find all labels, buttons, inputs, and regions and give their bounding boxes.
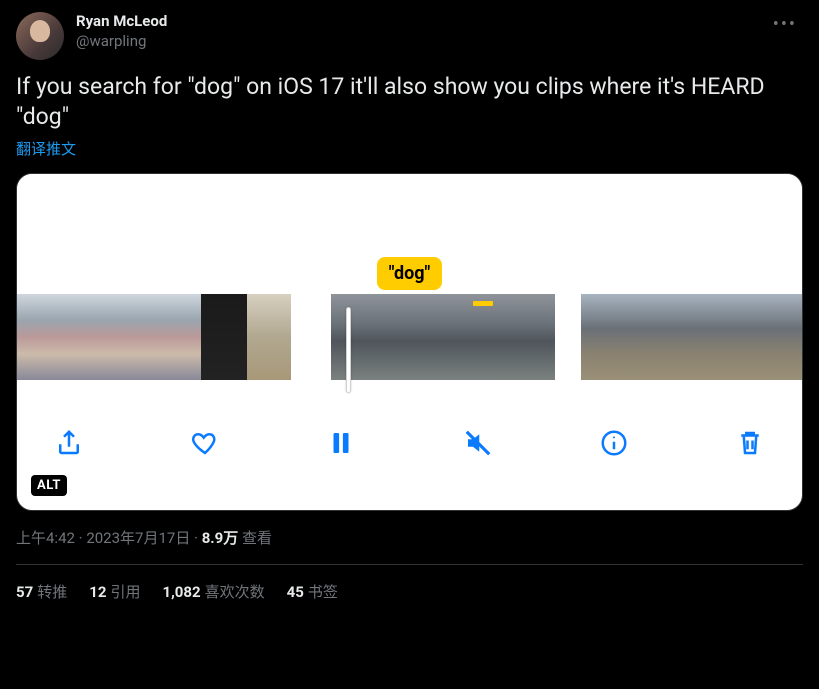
views-label: 查看: [242, 529, 272, 547]
clip-thumbnail: [201, 294, 247, 380]
bookmarks-stat[interactable]: 45书签: [287, 581, 338, 602]
clip-thumbnail: [387, 294, 443, 380]
clip-thumbnail: [753, 294, 796, 380]
more-button[interactable]: •••: [767, 12, 803, 38]
clip-thumbnail: [796, 294, 802, 380]
clip-thumbnail: [667, 294, 710, 380]
clip-thumbnail: [331, 294, 387, 380]
user-info[interactable]: Ryan McLeod @warpling: [76, 12, 755, 51]
tweet-container: Ryan McLeod @warpling ••• If you search …: [0, 0, 819, 614]
tweet-stats: 57转推 12引用 1,082喜欢次数 45书签: [16, 565, 803, 602]
clip-thumbnail: [710, 294, 753, 380]
timeline-match-marker: [473, 301, 493, 306]
clip-thumbnail: [63, 294, 109, 380]
clip-thumbnail: [624, 294, 667, 380]
share-icon[interactable]: [51, 425, 87, 461]
tweet-text: If you search for "dog" on iOS 17 it'll …: [16, 72, 803, 132]
info-icon[interactable]: [596, 425, 632, 461]
clip-thumbnail: [581, 294, 624, 380]
mute-icon[interactable]: [460, 425, 496, 461]
tweet-time: 上午4:42: [16, 529, 75, 547]
retweets-stat[interactable]: 57转推: [16, 581, 67, 602]
heart-icon[interactable]: [187, 425, 223, 461]
quotes-stat[interactable]: 12引用: [89, 581, 140, 602]
media-card[interactable]: "dog": [16, 173, 803, 511]
avatar[interactable]: [16, 12, 64, 60]
tweet-date: 2023年7月17日: [86, 529, 190, 547]
likes-stat[interactable]: 1,082喜欢次数: [162, 581, 264, 602]
clip-group-2[interactable]: [331, 294, 555, 380]
clip-thumbnail: [155, 294, 201, 380]
alt-badge[interactable]: ALT: [31, 475, 67, 496]
clip-thumbnail: [499, 294, 555, 380]
media-preview-top: "dog": [17, 174, 802, 294]
clip-group-3[interactable]: [581, 294, 802, 380]
trash-icon[interactable]: [732, 425, 768, 461]
clip-group-1[interactable]: [17, 294, 291, 380]
display-name: Ryan McLeod: [76, 12, 755, 32]
clip-thumbnail: [17, 294, 63, 380]
tweet-meta[interactable]: 上午4:42 · 2023年7月17日 · 8.9万 查看: [16, 527, 803, 565]
translate-link[interactable]: 翻译推文: [16, 138, 76, 159]
pause-icon[interactable]: [323, 425, 359, 461]
views-count: 8.9万: [202, 529, 239, 547]
clip-thumbnail: [109, 294, 155, 380]
clip-thumbnail: [247, 294, 291, 380]
timeline-playhead[interactable]: [346, 307, 351, 393]
media-toolbar: [17, 380, 802, 480]
video-timeline[interactable]: [17, 294, 802, 380]
user-handle: @warpling: [76, 32, 755, 52]
search-term-chip: "dog": [377, 257, 443, 290]
tweet-header: Ryan McLeod @warpling •••: [16, 12, 803, 60]
clip-thumbnail: [443, 294, 499, 380]
